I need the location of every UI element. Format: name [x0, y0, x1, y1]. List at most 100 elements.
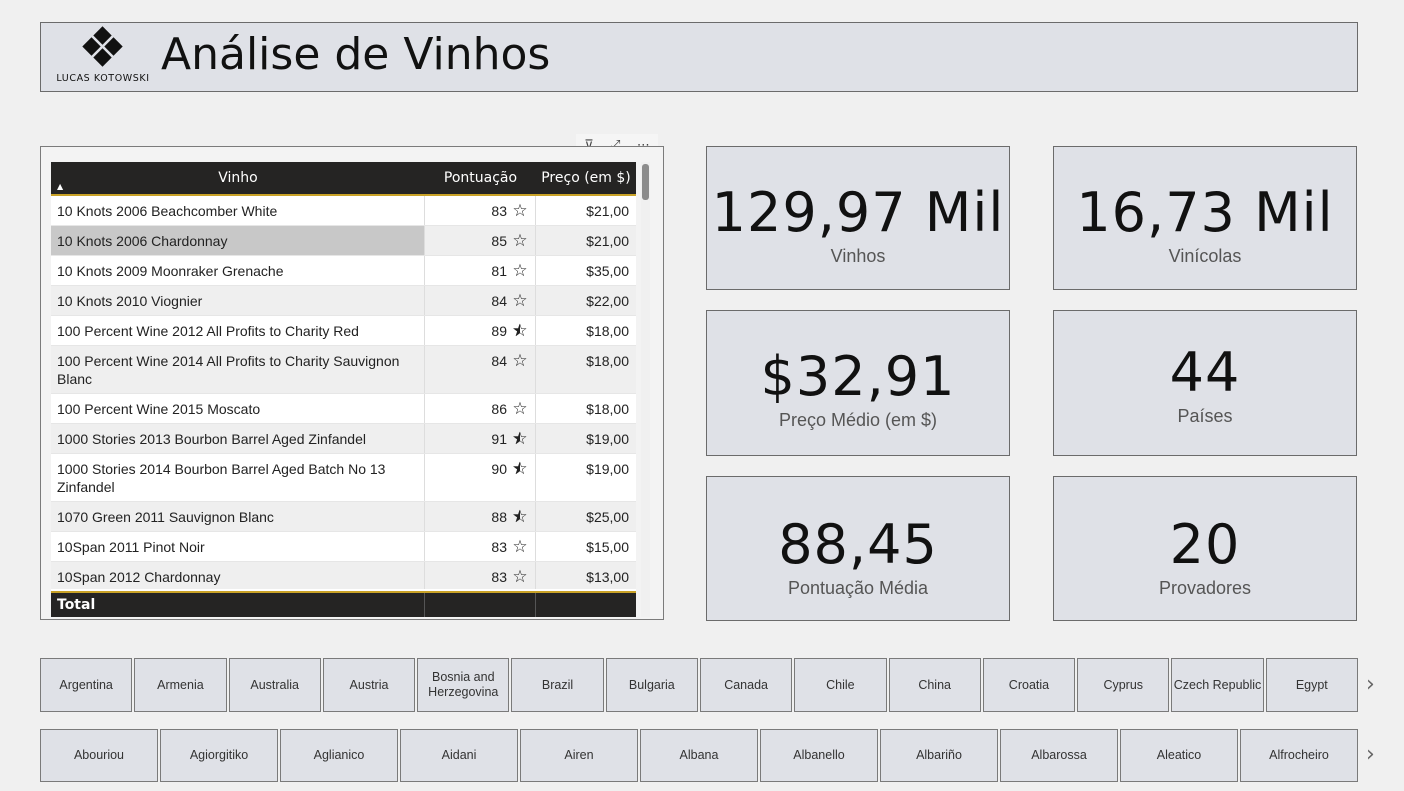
variety-chip[interactable]: Albariño: [880, 729, 998, 782]
score-value: 86: [491, 401, 507, 417]
kpi-value: 20: [1169, 513, 1241, 576]
kpi-value: 16,73 Mil: [1076, 181, 1334, 244]
score-value: 91: [491, 431, 507, 447]
price-cell: $21,00: [586, 203, 629, 219]
country-chip[interactable]: Canada: [699, 658, 793, 712]
price-cell: $18,00: [586, 401, 629, 417]
table-row[interactable]: 10Span 2012 Chardonnay 83 ☆ $13,00: [51, 562, 636, 589]
table-row[interactable]: 100 Percent Wine 2015 Moscato 86 ☆ $18,00: [51, 394, 636, 424]
score-cell: 85 ☆: [425, 226, 536, 255]
kpi-label: Provadores: [1158, 578, 1252, 598]
score-cell: 83 ☆: [425, 196, 536, 225]
star-outline-icon: ☆: [512, 351, 528, 370]
country-chip[interactable]: Egypt: [1265, 658, 1358, 712]
score-cell: 81 ☆: [425, 256, 536, 285]
country-slicer: Argentina Armenia Australia Austria Bosnia a…: [40, 658, 1360, 712]
kpi-card-pontuacao-media: 88,45 Pontuação Média: [706, 476, 1010, 621]
score-cell: 89☆: [425, 316, 536, 345]
kpi-value: 129,97 Mil: [711, 181, 1005, 244]
score-value: 85: [491, 233, 507, 249]
table-row[interactable]: 1000 Stories 2014 Bourbon Barrel Aged Ba…: [51, 454, 636, 502]
table-row[interactable]: 100 Percent Wine 2012 All Profits to Cha…: [51, 316, 636, 346]
kpi-value: $32,91: [760, 345, 956, 408]
table-row[interactable]: 10 Knots 2010 Viognier 84 ☆ $22,00: [51, 286, 636, 316]
wine-name-cell: 1000 Stories 2014 Bourbon Barrel Aged Ba…: [51, 454, 425, 501]
price-cell: $19,00: [586, 461, 629, 477]
table-row[interactable]: 10 Knots 2009 Moonraker Grenache 81 ☆ $35,0…: [51, 256, 636, 286]
country-slicer-next-chevron-icon[interactable]: ›: [1366, 672, 1375, 697]
variety-chip[interactable]: Agiorgitiko: [160, 729, 278, 782]
variety-chip[interactable]: Aidani: [400, 729, 518, 782]
score-cell: 84 ☆: [425, 286, 536, 315]
page-title: Análise de Vinhos: [161, 29, 551, 80]
country-chip[interactable]: Brazil: [511, 658, 604, 712]
score-cell: 90☆: [425, 454, 536, 501]
price-cell: $21,00: [586, 233, 629, 249]
scrollbar-thumb[interactable]: [642, 164, 649, 200]
table-row[interactable]: 1070 Green 2011 Sauvignon Blanc88☆ $25,00: [51, 502, 636, 532]
report-header: LUCAS KOTOWSKI Análise de Vinhos: [40, 22, 1358, 92]
price-cell: $18,00: [586, 323, 629, 339]
score-cell: 88☆: [425, 502, 536, 531]
variety-slicer: Abouriou Agiorgitiko Aglianico Aidani Airen A…: [40, 729, 1360, 782]
table-row[interactable]: 100 Percent Wine 2014 All Profits to Cha…: [51, 346, 636, 394]
logo-diamond-icon: [81, 26, 125, 71]
total-score-cell: [425, 593, 536, 617]
country-chip[interactable]: Australia: [228, 658, 321, 712]
kpi-value: 44: [1169, 341, 1241, 404]
country-chip[interactable]: Cyprus: [1077, 658, 1170, 712]
kpi-card-preco-medio: $32,91 Preço Médio (em $): [706, 310, 1010, 456]
variety-chip[interactable]: Aleatico: [1120, 729, 1238, 782]
country-chip[interactable]: Chile: [794, 658, 887, 712]
kpi-card-provadores: 20 Provadores: [1053, 476, 1357, 621]
half-star-icon: ☆: [511, 430, 529, 447]
table-row[interactable]: 10 Knots 2006 Beachcomber White 83 ☆ $21,00: [51, 196, 636, 226]
total-price-cell: [536, 593, 636, 617]
column-header-pontuacao[interactable]: Pontuação: [425, 162, 536, 194]
price-cell: $22,00: [586, 293, 629, 309]
variety-chip[interactable]: Aglianico: [280, 729, 398, 782]
table-row[interactable]: 10Span 2011 Pinot Noir 83 ☆ $15,00: [51, 532, 636, 562]
kpi-card-vinhos: 129,97 Mil Vinhos: [706, 146, 1010, 290]
column-header-preco[interactable]: Preço (em $): [536, 162, 636, 194]
variety-chip[interactable]: Albarossa: [1000, 729, 1118, 782]
score-cell: 83 ☆: [425, 532, 536, 561]
table-header: Vinho Pontuação Preço (em $) ▲: [51, 162, 636, 196]
wine-name-cell: 10Span 2011 Pinot Noir: [51, 532, 425, 561]
kpi-value: 88,45: [778, 513, 938, 576]
country-chip[interactable]: Croatia: [982, 658, 1076, 712]
price-cell: $15,00: [586, 539, 629, 555]
wine-name-cell: 1070 Green 2011 Sauvignon Blanc: [51, 502, 425, 531]
table-row[interactable]: 1000 Stories 2013 Bourbon Barrel Aged Zi…: [51, 424, 636, 454]
price-cell: $19,00: [586, 431, 629, 447]
logo: LUCAS KOTOWSKI: [53, 26, 149, 87]
price-cell: $18,00: [586, 353, 629, 369]
kpi-card-vinicolas: 16,73 Mil Vinícolas: [1053, 146, 1357, 290]
kpi-label: Vinícolas: [1168, 246, 1242, 266]
wine-name-cell: 10 Knots 2010 Viognier: [51, 286, 425, 315]
variety-chip[interactable]: Abouriou: [40, 729, 158, 782]
score-cell: 83 ☆: [425, 562, 536, 589]
country-chip[interactable]: Austria: [322, 658, 416, 712]
wine-table-visual: Vinho Pontuação Preço (em $) ▲ 10 Knots …: [40, 146, 664, 620]
variety-chip[interactable]: Albanello: [760, 729, 878, 782]
country-chip[interactable]: Armenia: [134, 658, 227, 712]
table-scrollbar[interactable]: [641, 162, 650, 617]
wine-name-cell: 100 Percent Wine 2015 Moscato: [51, 394, 425, 423]
column-header-vinho[interactable]: Vinho: [51, 162, 425, 194]
table-row[interactable]: 10 Knots 2006 Chardonnay 85 ☆ $21,00: [51, 226, 636, 256]
country-chip[interactable]: Bosnia and Herzegovina: [417, 658, 510, 712]
variety-chip[interactable]: Albana: [640, 729, 758, 782]
country-chip[interactable]: Argentina: [40, 658, 133, 712]
variety-slicer-next-chevron-icon[interactable]: ›: [1366, 742, 1375, 767]
kpi-label: Vinhos: [830, 246, 886, 266]
variety-chip[interactable]: Alfrocheiro: [1240, 729, 1358, 782]
wine-name-cell: 10Span 2012 Chardonnay: [51, 562, 425, 589]
country-chip[interactable]: China: [888, 658, 981, 712]
variety-chip[interactable]: Airen: [520, 729, 638, 782]
star-outline-icon: ☆: [512, 567, 528, 586]
price-cell: $25,00: [586, 509, 629, 525]
country-chip[interactable]: Czech Republic: [1171, 658, 1264, 712]
country-chip[interactable]: Bulgaria: [605, 658, 698, 712]
price-cell: $35,00: [586, 263, 629, 279]
